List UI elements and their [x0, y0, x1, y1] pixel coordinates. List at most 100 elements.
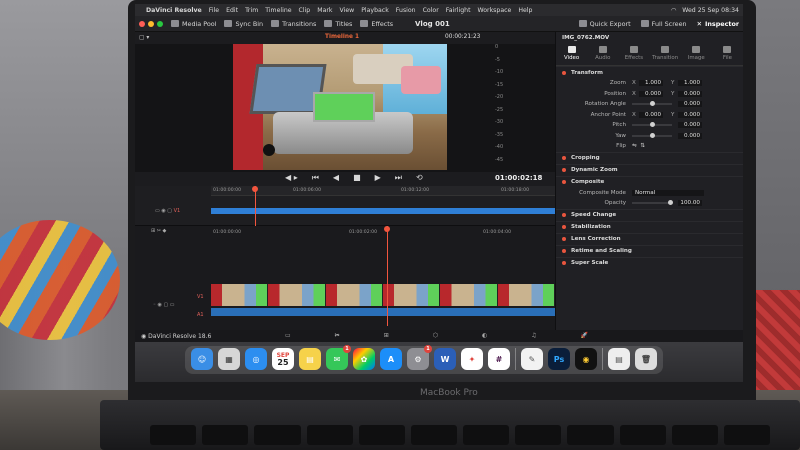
yaw-slider[interactable] — [632, 132, 672, 138]
menu-playback[interactable]: Playback — [361, 7, 389, 14]
upper-track-clip[interactable] — [211, 208, 555, 214]
play-icon[interactable]: ▶ — [375, 173, 381, 183]
section-retime-scaling[interactable]: Retime and Scaling — [556, 244, 743, 257]
sync-bin-button[interactable]: Sync Bin — [224, 20, 263, 28]
timeline-name[interactable]: Timeline 1 — [325, 34, 359, 40]
photoshop-icon[interactable]: Ps — [548, 348, 570, 370]
full-screen-button[interactable]: Full Screen — [640, 20, 687, 28]
menu-app-name[interactable]: DaVinci Resolve — [146, 7, 202, 14]
tab-file[interactable]: File — [712, 44, 743, 65]
lower-playhead[interactable] — [384, 226, 390, 326]
pitch-slider[interactable] — [632, 122, 672, 128]
yaw-input[interactable]: 0.000 — [678, 132, 702, 139]
section-speed-change[interactable]: Speed Change — [556, 208, 743, 221]
position-x-input[interactable]: 0.000 — [639, 90, 663, 97]
menu-color[interactable]: Color — [423, 7, 439, 14]
rotation-slider[interactable] — [632, 101, 672, 107]
tab-audio[interactable]: Audio — [587, 44, 618, 65]
menu-fusion[interactable]: Fusion — [396, 7, 416, 14]
anchor-y-input[interactable]: 0.000 — [678, 111, 702, 118]
tab-video[interactable]: Video — [556, 44, 587, 65]
system-settings-icon[interactable]: ⚙ 1 — [407, 345, 432, 370]
menu-clip[interactable]: Clip — [299, 7, 311, 14]
section-lens-correction[interactable]: Lens Correction — [556, 232, 743, 245]
section-cropping[interactable]: Cropping — [556, 151, 743, 164]
flip-horizontal-icon[interactable]: ⇋ — [632, 143, 637, 149]
upper-ruler[interactable]: 01:00:00:00 01:00:06:00 01:00:12:00 01:0… — [211, 186, 555, 196]
timeline-tool-icons[interactable]: ⊞ ✂ ◆ — [151, 228, 227, 234]
lower-timeline[interactable]: 01:00:00:00 01:00:02:00 01:00:04:00 ⊞ ✂ … — [135, 226, 555, 330]
inspector-button[interactable]: ✕ Inspector — [697, 20, 739, 28]
launchpad-icon[interactable]: ▦ — [218, 348, 240, 370]
word-icon[interactable]: W — [434, 348, 456, 370]
tab-transition[interactable]: Transition — [650, 44, 681, 65]
menu-view[interactable]: View — [340, 7, 355, 14]
page-fusion-icon[interactable]: ⬡ — [433, 332, 438, 339]
zoom-y-input[interactable]: 1.000 — [678, 80, 702, 87]
page-cut-icon[interactable]: ✂ — [335, 332, 340, 339]
upper-timeline[interactable]: 01:00:00:00 01:00:06:00 01:00:12:00 01:0… — [135, 186, 555, 226]
tab-effects[interactable]: Effects — [618, 44, 649, 65]
zoom-x-input[interactable]: 1.000 — [639, 80, 663, 87]
notes-icon[interactable]: ▤ — [299, 348, 321, 370]
menu-file[interactable]: File — [209, 7, 219, 14]
trash-icon[interactable]: 🗑 — [635, 348, 657, 370]
section-dynamic-zoom[interactable]: Dynamic Zoom — [556, 163, 743, 176]
video-frame[interactable] — [233, 44, 447, 170]
slack-icon[interactable]: # — [488, 348, 510, 370]
titles-button[interactable]: Titles — [324, 20, 352, 28]
tab-image[interactable]: Image — [681, 44, 712, 65]
wifi-icon[interactable]: ◠ — [671, 7, 676, 14]
menu-trim[interactable]: Trim — [245, 7, 258, 14]
page-deliver-icon[interactable]: 🚀 — [581, 332, 588, 339]
section-transform[interactable]: Transform — [556, 66, 743, 78]
position-y-input[interactable]: 0.000 — [678, 90, 702, 97]
menu-edit[interactable]: Edit — [226, 7, 238, 14]
menu-timeline[interactable]: Timeline — [265, 7, 291, 14]
safari-icon[interactable]: ◎ — [245, 348, 267, 370]
pitch-input[interactable]: 0.000 — [678, 122, 702, 129]
composite-mode-select[interactable]: Normal — [632, 189, 704, 196]
menu-mark[interactable]: Mark — [317, 7, 332, 14]
textedit-icon[interactable]: ✎ — [521, 348, 543, 370]
quick-export-button[interactable]: Quick Export — [578, 20, 631, 28]
transitions-button[interactable]: Transitions — [271, 20, 316, 28]
video-clip-strip[interactable] — [211, 284, 555, 306]
craft-icon[interactable]: ✦ — [461, 348, 483, 370]
downloads-folder-icon[interactable]: ▤ — [608, 348, 630, 370]
zoom-window-button[interactable] — [157, 20, 163, 27]
photos-icon[interactable]: ✿ — [353, 348, 375, 370]
section-composite[interactable]: Composite — [556, 175, 743, 188]
lower-ruler[interactable]: 01:00:00:00 01:00:02:00 01:00:04:00 — [211, 228, 555, 238]
davinci-resolve-icon[interactable]: ◉ — [575, 348, 597, 370]
minimize-window-button[interactable] — [148, 20, 154, 27]
viewer-options-icon[interactable]: ▢ ▾ — [139, 35, 149, 41]
page-fairlight-icon[interactable]: ♫ — [531, 332, 536, 339]
go-to-start-icon[interactable]: ⏮ — [312, 173, 319, 183]
media-pool-button[interactable]: Media Pool — [171, 20, 216, 28]
loop-icon[interactable]: ⟲ — [416, 173, 423, 183]
messages-icon[interactable]: ✉ 1 — [326, 345, 351, 370]
page-color-icon[interactable]: ◐ — [482, 332, 487, 339]
menu-help[interactable]: Help — [518, 7, 532, 14]
enable-dot[interactable] — [562, 70, 566, 75]
menu-fairlight[interactable]: Fairlight — [446, 7, 471, 14]
page-media-icon[interactable]: ▭ — [285, 332, 291, 339]
finder-icon[interactable]: ☺ — [191, 348, 213, 370]
go-to-end-icon[interactable]: ⏭ — [395, 173, 402, 183]
previous-frame-icon[interactable]: ◀ ▸ — [285, 173, 298, 183]
play-reverse-icon[interactable]: ◀ — [333, 173, 339, 183]
effects-button[interactable]: Effects — [360, 20, 393, 28]
menu-workspace[interactable]: Workspace — [478, 7, 512, 14]
rotation-input[interactable]: 0.000 — [678, 101, 702, 108]
calendar-icon[interactable]: SEP 25 — [272, 348, 294, 370]
stop-icon[interactable]: ■ — [353, 173, 361, 183]
opacity-input[interactable]: 100.00 — [678, 200, 702, 207]
close-window-button[interactable] — [139, 20, 145, 27]
flip-vertical-icon[interactable]: ⇅ — [640, 143, 645, 149]
upper-playhead[interactable] — [252, 186, 258, 226]
page-edit-icon[interactable]: ⊞ — [384, 332, 389, 339]
opacity-slider[interactable] — [632, 200, 673, 206]
audio-clip[interactable] — [211, 308, 555, 316]
app-store-icon[interactable]: A — [380, 348, 402, 370]
